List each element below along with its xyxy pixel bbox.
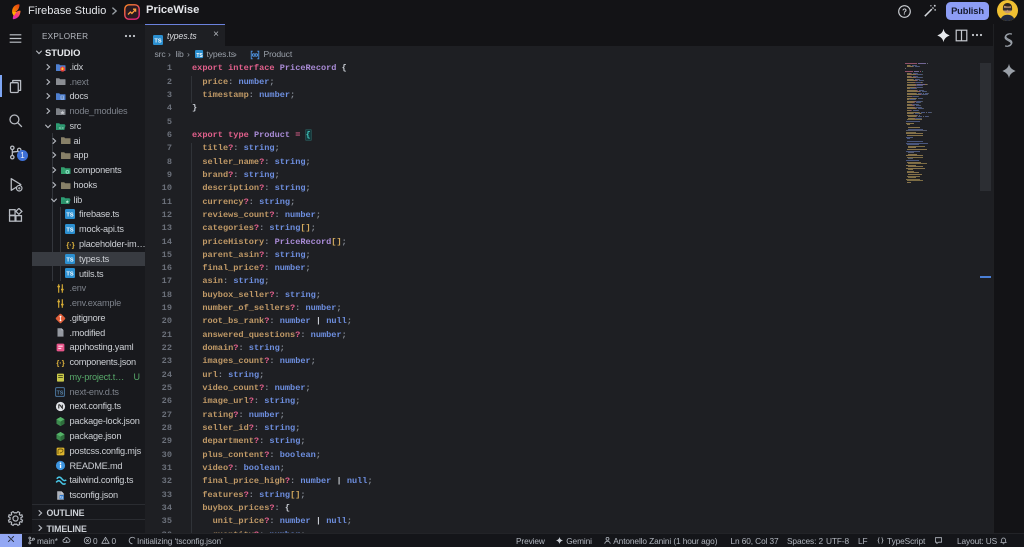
- svg-text:TS: TS: [57, 390, 64, 396]
- svg-text:<>: <>: [59, 126, 65, 131]
- svg-text:TS: TS: [66, 228, 73, 234]
- svg-text:{·}: {·}: [56, 358, 64, 367]
- svg-text:TS: TS: [66, 272, 73, 278]
- svg-text:TS: TS: [154, 38, 161, 44]
- svg-text:TS: TS: [66, 257, 73, 263]
- svg-text:{·}: {·}: [66, 240, 74, 249]
- svg-text:?: ?: [902, 7, 907, 16]
- svg-text:TS: TS: [66, 213, 73, 219]
- svg-text:ts: ts: [60, 495, 63, 499]
- svg-text:TS: TS: [196, 52, 203, 58]
